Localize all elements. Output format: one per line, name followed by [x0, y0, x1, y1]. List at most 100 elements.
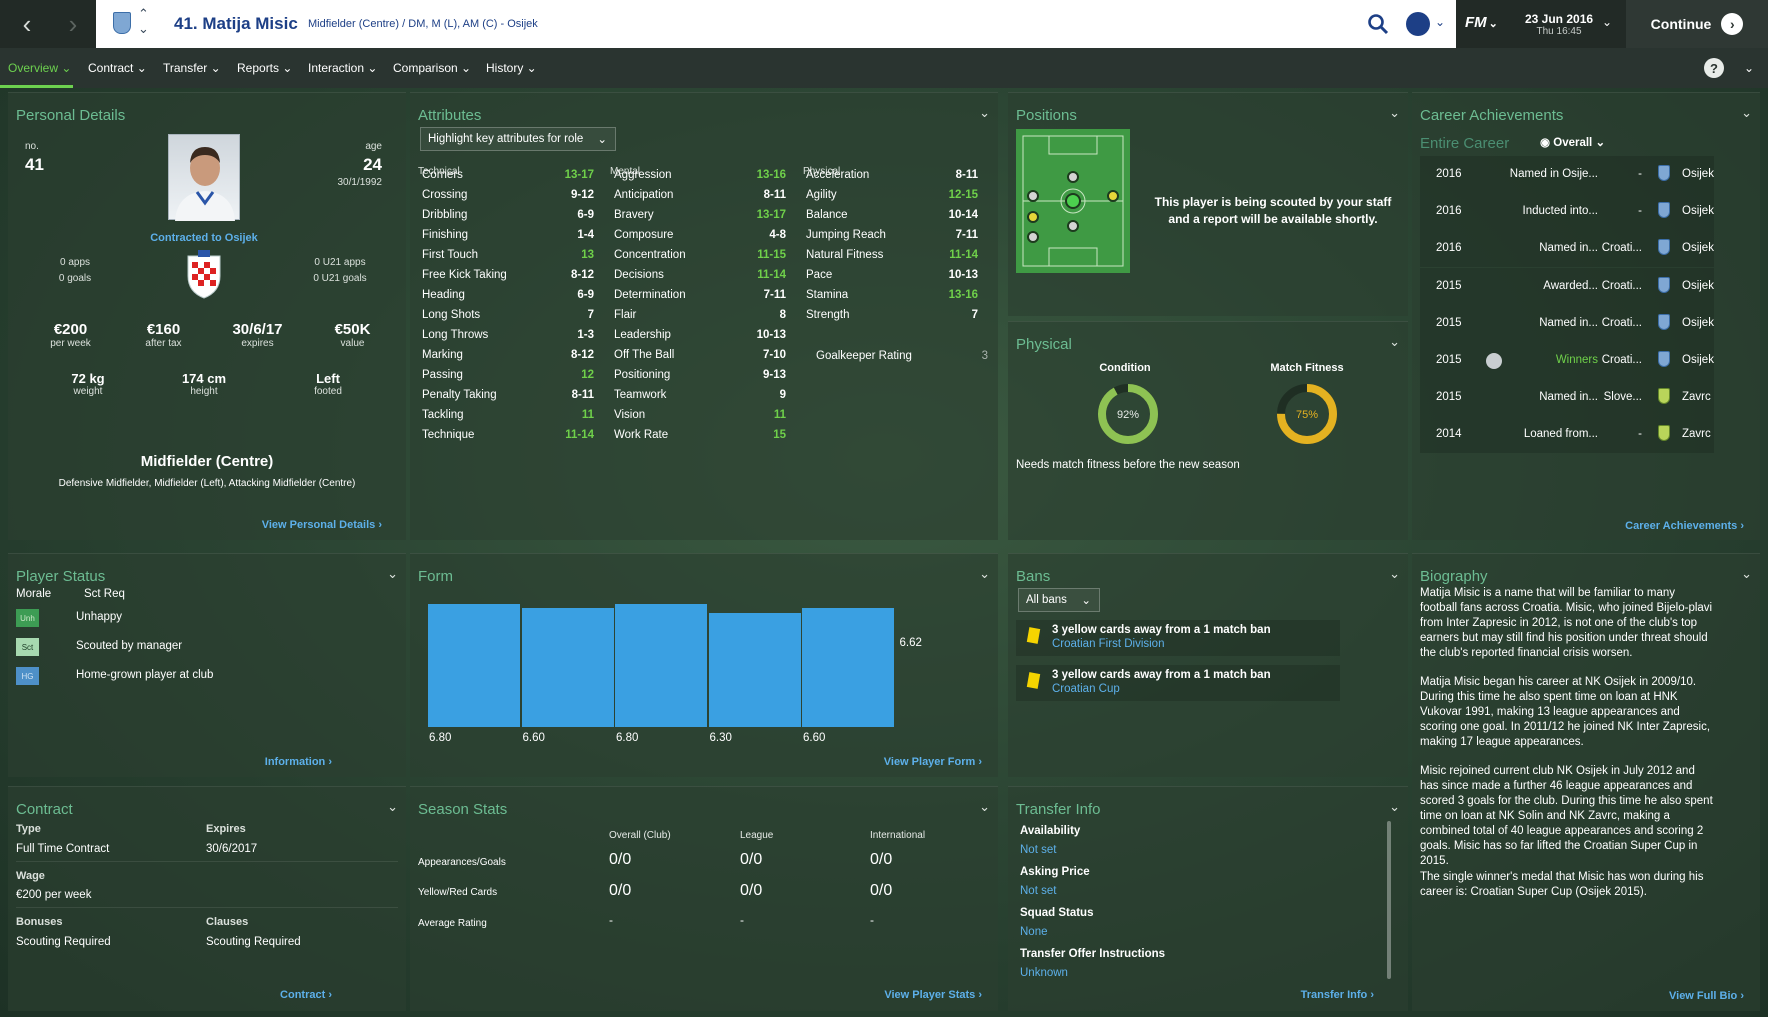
tab-reports[interactable]: Reports ⌄ [237, 61, 292, 75]
career-club[interactable]: Osijek [1682, 317, 1714, 329]
transfer-value[interactable]: None [1020, 926, 1048, 938]
contracted-to-link[interactable]: Contracted to Osijek [128, 232, 280, 244]
attribute-row[interactable]: Anticipation 8-11 [610, 186, 790, 206]
career-club[interactable]: Osijek [1682, 168, 1714, 180]
career-row[interactable]: 2016 Named in Osije... - Osijek [1420, 156, 1714, 193]
back-arrow-icon[interactable]: ‹ [4, 0, 50, 48]
career-club[interactable]: Zavrc [1682, 428, 1711, 440]
transfer-value[interactable]: Not set [1020, 885, 1056, 897]
forward-arrow-icon[interactable]: › [50, 0, 96, 48]
attribute-row[interactable]: Long Throws 1-3 [418, 326, 598, 346]
career-row[interactable]: 2015 Winners Croati... Osijek [1420, 342, 1714, 379]
tab-contract[interactable]: Contract ⌄ [88, 61, 147, 75]
career-row[interactable]: 2014 Loaned from... - Zavrc [1420, 416, 1714, 454]
date-display[interactable]: 23 Jun 2016 Thu 16:45 [1525, 12, 1593, 37]
contract-link[interactable]: Contract › [280, 989, 332, 1001]
attribute-row[interactable]: Decisions 11-14 [610, 266, 790, 286]
information-link[interactable]: Information › [265, 756, 332, 768]
attribute-row[interactable]: Balance 10-14 [802, 206, 982, 226]
attribute-row[interactable]: First Touch 13 [418, 246, 598, 266]
career-achievements-link[interactable]: Career Achievements › [1625, 520, 1744, 532]
form-bar[interactable] [521, 607, 614, 727]
ban-row[interactable]: 3 yellow cards away from a 1 match ban Cr… [1016, 620, 1340, 656]
attribute-row[interactable]: Work Rate 15 [610, 426, 790, 446]
tab-interaction[interactable]: Interaction ⌄ [308, 61, 377, 75]
bans-filter-dropdown[interactable]: All bans ⌄ [1018, 588, 1100, 612]
tab-transfer[interactable]: Transfer ⌄ [163, 61, 221, 75]
attribute-row[interactable]: Teamwork 9 [610, 386, 790, 406]
chevron-down-icon[interactable]: ⌄ [387, 799, 398, 815]
attribute-row[interactable]: Crossing 9-12 [418, 186, 598, 206]
career-club[interactable]: Osijek [1682, 280, 1714, 292]
chevron-down-icon[interactable]: ⌄ [979, 105, 990, 121]
chevron-down-icon[interactable]: ⌄ [1741, 105, 1752, 121]
attribute-row[interactable]: Flair 8 [610, 306, 790, 326]
transfer-value[interactable]: Unknown [1020, 967, 1068, 979]
chevron-down-icon[interactable]: ⌄ [1435, 15, 1445, 29]
career-club[interactable]: Osijek [1682, 242, 1714, 254]
form-bar[interactable] [708, 613, 801, 727]
tab-overview[interactable]: Overview ⌄ [8, 61, 71, 75]
attribute-row[interactable]: Technique 11-14 [418, 426, 598, 446]
attribute-row[interactable]: Long Shots 7 [418, 306, 598, 326]
chevron-down-icon[interactable]: ⌄ [1741, 566, 1752, 582]
attribute-row[interactable]: Off The Ball 7-10 [610, 346, 790, 366]
attribute-row[interactable]: Composure 4-8 [610, 226, 790, 246]
chevron-down-icon[interactable]: ⌄ [1602, 15, 1612, 29]
attribute-row[interactable]: Concentration 11-15 [610, 246, 790, 266]
view-player-stats-link[interactable]: View Player Stats › [884, 989, 982, 1001]
search-icon[interactable] [1366, 12, 1390, 36]
view-full-bio-link[interactable]: View Full Bio › [1669, 990, 1744, 1002]
attribute-row[interactable]: Natural Fitness 11-14 [802, 246, 982, 266]
ban-competition[interactable]: Croatian Cup [1052, 683, 1120, 695]
attribute-row[interactable]: Jumping Reach 7-11 [802, 226, 982, 246]
fm-logo[interactable]: FM ⌄ [1465, 14, 1498, 31]
chevron-down-icon[interactable]: ⌄ [1744, 61, 1754, 75]
attribute-row[interactable]: Bravery 13-17 [610, 206, 790, 226]
transfer-value[interactable]: Not set [1020, 844, 1056, 856]
chevron-down-icon[interactable]: ⌄ [979, 799, 990, 815]
attribute-row[interactable]: Positioning 9-13 [610, 366, 790, 386]
chevron-down-icon[interactable]: ⌄ [1389, 799, 1400, 815]
attribute-row[interactable]: Agility 12-15 [802, 186, 982, 206]
tab-history[interactable]: History ⌄ [486, 61, 537, 75]
chevron-down-icon[interactable]: ⌄ [1389, 105, 1400, 121]
chevron-down-icon[interactable]: ⌄ [1389, 334, 1400, 350]
career-row[interactable]: 2015 Named in... Slove... Zavrc [1420, 379, 1714, 417]
attribute-row[interactable]: Penalty Taking 8-11 [418, 386, 598, 406]
player-switch-icon[interactable]: ⌃ ⌄ [138, 6, 149, 36]
attribute-row[interactable]: Dribbling 6-9 [418, 206, 598, 226]
attribute-row[interactable]: Leadership 10-13 [610, 326, 790, 346]
career-club[interactable]: Osijek [1682, 205, 1714, 217]
ban-row[interactable]: 3 yellow cards away from a 1 match ban Cr… [1016, 665, 1340, 701]
form-bar[interactable] [428, 604, 520, 727]
attribute-row[interactable]: Finishing 1-4 [418, 226, 598, 246]
form-bar[interactable] [802, 607, 894, 727]
career-row[interactable]: 2015 Awarded... Croati... Osijek [1420, 267, 1714, 305]
goalkeeper-rating-row[interactable]: Goalkeeper Rating 3 [812, 347, 992, 367]
attribute-row[interactable]: Corners 13-17 [418, 166, 598, 186]
attribute-row[interactable]: Acceleration 8-11 [802, 166, 982, 186]
transfer-info-link[interactable]: Transfer Info › [1301, 989, 1374, 1001]
career-club[interactable]: Osijek [1682, 354, 1714, 366]
globe-icon[interactable] [1406, 12, 1430, 36]
attribute-row[interactable]: Vision 11 [610, 406, 790, 426]
attribute-row[interactable]: Free Kick Taking 8-12 [418, 266, 598, 286]
chevron-down-icon[interactable]: ⌄ [1389, 566, 1400, 582]
attribute-row[interactable]: Passing 12 [418, 366, 598, 386]
career-filter-dropdown[interactable]: ◉ Overall ⌄ [1540, 135, 1605, 149]
attribute-row[interactable]: Tackling 11 [418, 406, 598, 426]
attribute-row[interactable]: Strength 7 [802, 306, 982, 326]
attribute-row[interactable]: Aggression 13-16 [610, 166, 790, 186]
continue-button[interactable]: Continue › [1626, 0, 1768, 48]
career-club[interactable]: Zavrc [1682, 391, 1711, 403]
career-row[interactable]: 2015 Named in... Croati... Osijek [1420, 304, 1714, 342]
attribute-row[interactable]: Stamina 13-16 [802, 286, 982, 306]
scrollbar[interactable] [1387, 821, 1391, 979]
help-icon[interactable]: ? [1704, 58, 1724, 78]
role-highlight-dropdown[interactable]: Highlight key attributes for role ⌄ [420, 127, 616, 151]
form-bar[interactable] [615, 604, 707, 727]
view-personal-details-link[interactable]: View Personal Details › [262, 519, 382, 531]
attribute-row[interactable]: Pace 10-13 [802, 266, 982, 286]
career-row[interactable]: 2016 Inducted into... - Osijek [1420, 193, 1714, 231]
